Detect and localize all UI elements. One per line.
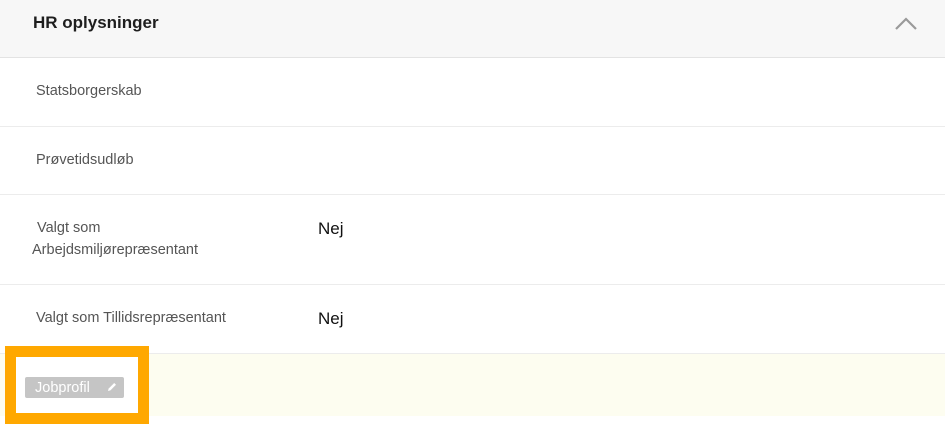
field-label-line2: Arbejdsmiljørepræsentant <box>32 242 199 258</box>
field-label: Valgt som Tillidsrepræsentant <box>36 310 226 326</box>
field-value: Nej <box>318 309 344 328</box>
jobprofile-tag[interactable]: Jobprofil <box>25 377 124 398</box>
field-label: Prøvetidsudløb <box>36 152 134 168</box>
field-row-statsborgerskab: Statsborgerskab <box>0 58 945 127</box>
field-value: Nej <box>318 219 344 238</box>
field-row-provetidsudlob: Prøvetidsudløb <box>0 127 945 195</box>
field-row-arbejdsmiljorepraesentant: Valgt som Arbejdsmiljørepræsentant Nej <box>0 195 945 285</box>
field-label: Valgt som Arbejdsmiljørepræsentant <box>32 217 272 261</box>
panel-title: HR oplysninger <box>33 13 159 32</box>
field-label: Statsborgerskab <box>36 83 142 99</box>
field-row-tillidsrepraesentant: Valgt som Tillidsrepræsentant Nej <box>0 285 945 354</box>
pencil-icon[interactable] <box>106 381 118 393</box>
collapse-toggle-button[interactable] <box>890 10 922 38</box>
hr-info-panel: HR oplysninger Statsborgerskab Prøvetids… <box>0 0 945 425</box>
chevron-up-icon <box>895 17 917 30</box>
field-label-line1: Valgt som <box>37 220 101 236</box>
panel-header[interactable]: HR oplysninger <box>0 0 945 58</box>
jobprofile-label: Jobprofil <box>35 379 90 396</box>
